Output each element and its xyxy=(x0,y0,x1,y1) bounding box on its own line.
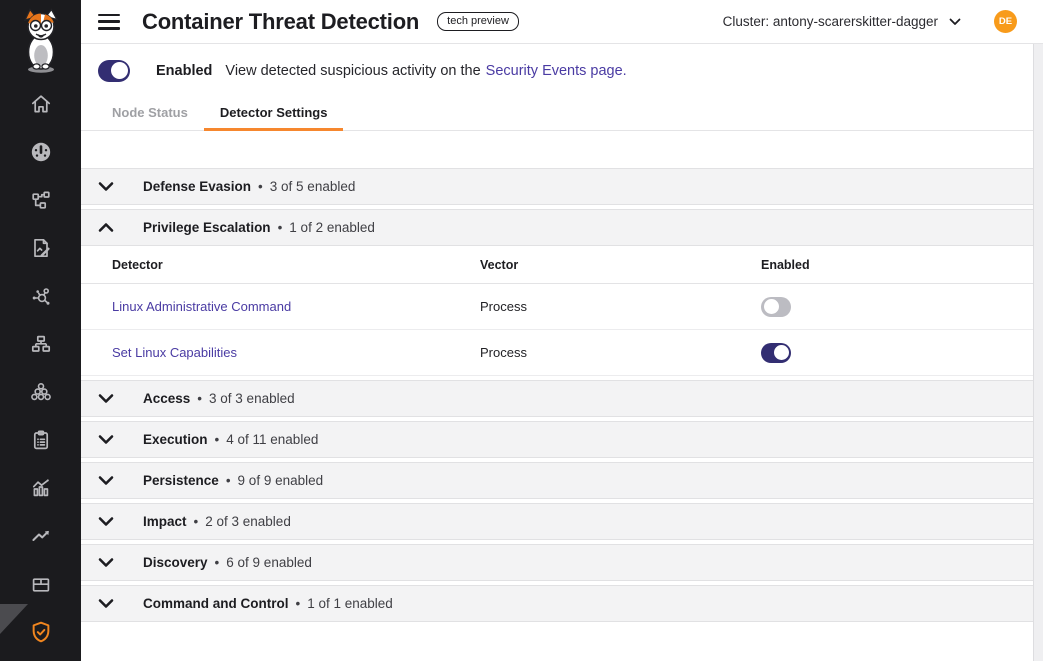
calico-cat-logo[interactable] xyxy=(0,8,81,74)
accordion-section-execution[interactable]: Execution • 4 of 11 enabled xyxy=(81,421,1033,458)
tech-preview-badge: tech preview xyxy=(437,12,519,31)
enabled-label: Enabled xyxy=(156,63,212,79)
bar-chart-icon xyxy=(29,476,53,500)
main-content: Container Threat Detection tech preview … xyxy=(81,0,1043,661)
box-icon xyxy=(29,572,53,596)
accordion-section-access[interactable]: Access • 3 of 3 enabled xyxy=(81,380,1033,417)
chevron-down-icon xyxy=(98,433,114,446)
detector-table-header: Detector Vector Enabled xyxy=(81,246,1033,284)
trend-arrow-icon xyxy=(29,524,53,548)
chevron-up-icon xyxy=(98,221,114,234)
sidebar-item-trends[interactable] xyxy=(0,512,81,560)
enable-banner: Enabled View detected suspicious activit… xyxy=(81,44,1043,97)
sidebar-item-image-assurance[interactable] xyxy=(0,560,81,608)
sidebar-item-home[interactable] xyxy=(0,80,81,128)
column-header-detector: Detector xyxy=(81,258,480,272)
chevron-down-icon xyxy=(98,556,114,569)
sidebar-item-service-graph[interactable] xyxy=(0,176,81,224)
chevron-down-icon xyxy=(98,180,114,193)
shield-check-icon xyxy=(28,619,54,645)
accordion-section-discovery[interactable]: Discovery • 6 of 9 enabled xyxy=(81,544,1033,581)
gauge-icon xyxy=(29,140,53,164)
sidebar-nav xyxy=(0,80,81,656)
accordion-section-impact[interactable]: Impact • 2 of 3 enabled xyxy=(81,503,1033,540)
sidebar-item-dashboards[interactable] xyxy=(0,128,81,176)
detector-toggle-set-linux-capabilities[interactable] xyxy=(761,343,791,363)
user-avatar[interactable]: DE xyxy=(994,10,1017,33)
chevron-down-icon xyxy=(98,515,114,528)
table-row: Linux Administrative Command Process xyxy=(81,284,1033,330)
cluster-selector-label: Cluster: antony-scarerskitter-dagger xyxy=(723,14,938,29)
service-graph-icon xyxy=(29,188,53,212)
sidebar-item-network-sets[interactable] xyxy=(0,320,81,368)
org-chart-icon xyxy=(29,332,53,356)
container-threat-detection-page: Container Threat Detection tech preview … xyxy=(0,0,1043,661)
sidebar xyxy=(0,0,81,661)
page-title: Container Threat Detection xyxy=(142,9,419,35)
hamburger-menu-icon[interactable] xyxy=(98,14,120,30)
accordion-section-persistence[interactable]: Persistence • 9 of 9 enabled xyxy=(81,462,1033,499)
chevron-down-icon xyxy=(98,597,114,610)
content-spacer xyxy=(81,131,1043,168)
chevron-down-icon xyxy=(949,18,961,26)
detector-link-linux-administrative-command[interactable]: Linux Administrative Command xyxy=(112,299,291,314)
enabled-description: View detected suspicious activity on the xyxy=(225,63,480,79)
column-header-vector: Vector xyxy=(480,258,761,272)
sidebar-item-compliance[interactable] xyxy=(0,416,81,464)
scrollbar-gutter[interactable] xyxy=(1033,44,1043,661)
vector-value: Process xyxy=(480,299,761,314)
detector-table: Detector Vector Enabled Linux Administra… xyxy=(81,246,1033,376)
vector-value: Process xyxy=(480,345,761,360)
detector-categories-list: Defense Evasion • 3 of 5 enabled Privile… xyxy=(81,168,1033,622)
chevron-down-icon xyxy=(98,392,114,405)
cluster-selector[interactable]: Cluster: antony-scarerskitter-dagger xyxy=(723,14,961,29)
tab-node-status[interactable]: Node Status xyxy=(96,97,204,131)
sidebar-item-activity[interactable] xyxy=(0,464,81,512)
tab-bar: Node Status Detector Settings xyxy=(81,97,1033,131)
clipboard-icon xyxy=(29,428,53,452)
detector-toggle-linux-administrative-command[interactable] xyxy=(761,297,791,317)
circle-cluster-icon xyxy=(29,380,53,404)
document-edit-icon xyxy=(29,236,53,260)
calico-cat-logo-image xyxy=(15,8,67,74)
column-header-enabled: Enabled xyxy=(761,258,1033,272)
sidebar-item-clusters[interactable] xyxy=(0,368,81,416)
accordion-section-defense-evasion[interactable]: Defense Evasion • 3 of 5 enabled xyxy=(81,168,1033,205)
detector-link-set-linux-capabilities[interactable]: Set Linux Capabilities xyxy=(112,345,237,360)
top-bar: Container Threat Detection tech preview … xyxy=(81,0,1043,44)
security-events-page-link[interactable]: Security Events page. xyxy=(486,63,627,79)
sidebar-item-policies[interactable] xyxy=(0,224,81,272)
chevron-down-icon xyxy=(98,474,114,487)
tab-detector-settings[interactable]: Detector Settings xyxy=(204,97,344,131)
sidebar-item-endpoints[interactable] xyxy=(0,272,81,320)
accordion-section-command-and-control[interactable]: Command and Control • 1 of 1 enabled xyxy=(81,585,1033,622)
threat-detection-enabled-toggle[interactable] xyxy=(98,60,130,82)
accordion-section-privilege-escalation[interactable]: Privilege Escalation • 1 of 2 enabled xyxy=(81,209,1033,246)
table-row: Set Linux Capabilities Process xyxy=(81,330,1033,376)
molecule-icon xyxy=(29,284,53,308)
home-icon xyxy=(29,92,53,116)
sidebar-corner-notch xyxy=(0,604,28,634)
